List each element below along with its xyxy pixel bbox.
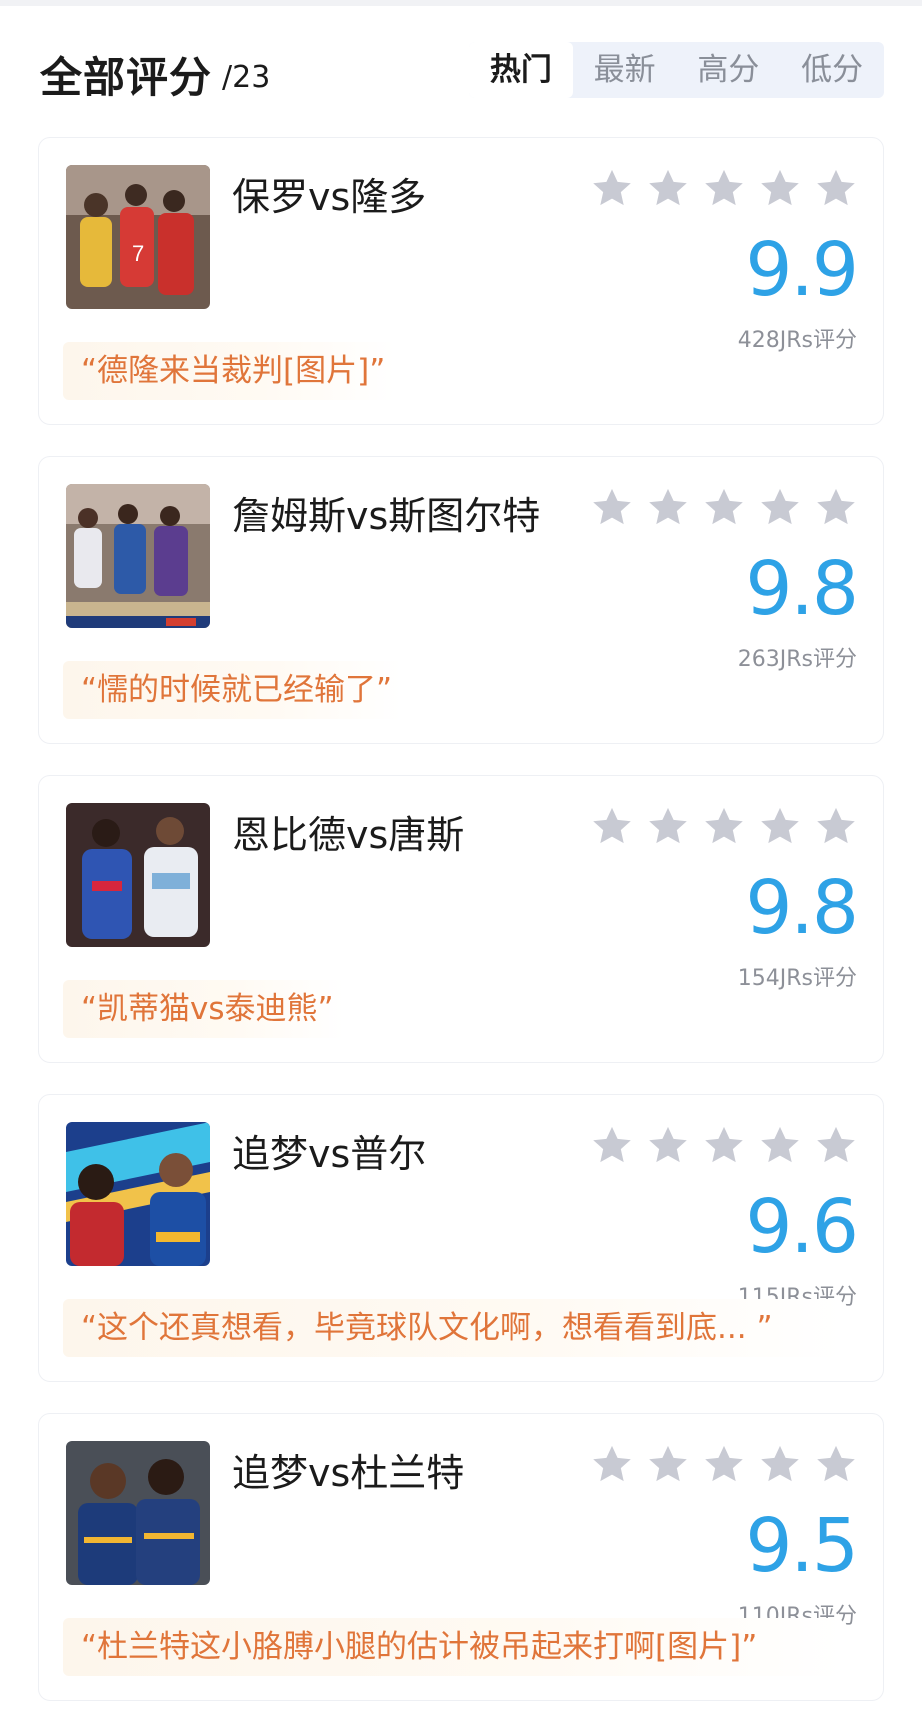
ratings-header: 全部评分 /23 热门 最新 高分 低分: [40, 42, 884, 102]
star-icon: [593, 807, 631, 844]
top-comment[interactable]: “这个还真想看，毕竟球队文化啊，想看看到底... ”: [63, 1299, 843, 1357]
matchup-title[interactable]: 追梦vs杜兰特: [232, 1442, 464, 1497]
rating-count: 428JRs评分: [737, 328, 857, 353]
score-value: 9.8: [745, 546, 859, 632]
star-icon: [593, 488, 631, 525]
sort-tabs: 热门 最新 高分 低分: [469, 42, 884, 98]
thumbnail-image: [66, 1441, 210, 1585]
thumbnail-image: [66, 1122, 210, 1266]
star-icon: [593, 169, 631, 206]
star-rating: [589, 804, 859, 856]
star-rating: [589, 166, 859, 218]
score-value: 9.5: [745, 1503, 859, 1589]
star-icon: [649, 169, 687, 206]
star-icon: [761, 1126, 799, 1163]
matchup-thumbnail[interactable]: [66, 1122, 210, 1266]
star-rating: [589, 1442, 859, 1494]
star-icon: [593, 1126, 631, 1163]
top-comment[interactable]: “杜兰特这小胳膊小腿的估计被吊起来打啊[图片]”: [63, 1618, 843, 1676]
matchup-thumbnail[interactable]: 7: [66, 165, 210, 309]
matchup-title[interactable]: 詹姆斯vs斯图尔特: [232, 485, 540, 540]
star-icon: [705, 1126, 743, 1163]
star-rating: [589, 1123, 859, 1175]
star-icon: [593, 1445, 631, 1482]
score-value: 9.6: [745, 1184, 859, 1270]
top-divider: [0, 0, 922, 6]
rating-card[interactable]: 詹姆斯vs斯图尔特 9.8 263JRs评分 “懦的时候就已经输了”: [38, 456, 884, 744]
star-icon: [761, 169, 799, 206]
star-icon: [761, 488, 799, 525]
star-icon: [817, 488, 855, 525]
star-icon: [817, 807, 855, 844]
score-value: 9.9: [745, 227, 859, 313]
thumbnail-image: [66, 484, 210, 628]
star-icon: [761, 807, 799, 844]
top-comment[interactable]: “凯蒂猫vs泰迪熊”: [63, 980, 344, 1038]
star-icon: [649, 807, 687, 844]
ratings-page: 全部评分 /23 热门 最新 高分 低分 7 保罗vs隆多 9.9 428JRs…: [0, 0, 922, 1719]
rating-card[interactable]: 恩比德vs唐斯 9.8 154JRs评分 “凯蒂猫vs泰迪熊”: [38, 775, 884, 1063]
tab-low-score[interactable]: 低分: [780, 42, 884, 98]
star-icon: [817, 1126, 855, 1163]
tab-high-score[interactable]: 高分: [677, 42, 781, 98]
score-value: 9.8: [745, 865, 859, 951]
star-icon: [705, 169, 743, 206]
svg-text:7: 7: [132, 241, 144, 266]
rating-card[interactable]: 7 保罗vs隆多 9.9 428JRs评分 “德隆来当裁判[图片]”: [38, 137, 884, 425]
rating-count: 263JRs评分: [737, 647, 857, 672]
tab-latest[interactable]: 最新: [573, 42, 677, 98]
rating-card[interactable]: 追梦vs杜兰特 9.5 110JRs评分 “杜兰特这小胳膊小腿的估计被吊起来打啊…: [38, 1413, 884, 1701]
thumbnail-image: 7: [66, 165, 210, 309]
star-rating: [589, 485, 859, 537]
matchup-thumbnail[interactable]: [66, 484, 210, 628]
matchup-title[interactable]: 恩比德vs唐斯: [232, 804, 464, 859]
tab-hot[interactable]: 热门: [469, 42, 573, 98]
star-icon: [705, 488, 743, 525]
top-comment[interactable]: “懦的时候就已经输了”: [63, 661, 403, 719]
star-icon: [817, 169, 855, 206]
star-icon: [817, 1445, 855, 1482]
matchup-thumbnail[interactable]: [66, 803, 210, 947]
thumbnail-image: [66, 803, 210, 947]
star-icon: [761, 1445, 799, 1482]
star-icon: [705, 807, 743, 844]
star-icon: [649, 1126, 687, 1163]
star-icon: [649, 1445, 687, 1482]
matchup-thumbnail[interactable]: [66, 1441, 210, 1585]
star-icon: [649, 488, 687, 525]
rating-card[interactable]: 追梦vs普尔 9.6 115JRs评分 “这个还真想看，毕竟球队文化啊，想看看到…: [38, 1094, 884, 1382]
ratings-total-count: /23: [222, 60, 271, 95]
page-title: 全部评分: [40, 53, 213, 102]
rating-count: 154JRs评分: [737, 966, 857, 991]
top-comment[interactable]: “德隆来当裁判[图片]”: [63, 342, 396, 400]
star-icon: [705, 1445, 743, 1482]
matchup-title[interactable]: 保罗vs隆多: [232, 166, 426, 221]
matchup-title[interactable]: 追梦vs普尔: [232, 1123, 426, 1178]
